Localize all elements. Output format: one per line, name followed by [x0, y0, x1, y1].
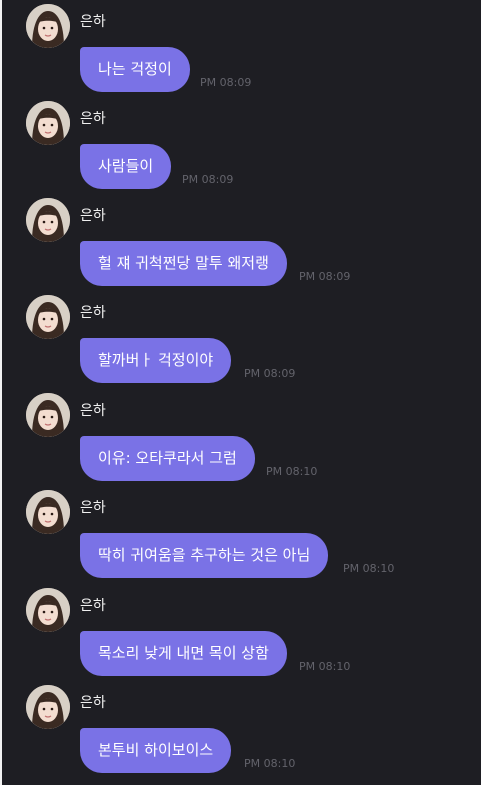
avatar[interactable]: [26, 4, 70, 48]
sender-name: 은하: [80, 695, 106, 711]
message-timestamp: PM 08:09: [182, 173, 234, 186]
chat-message: 은하 이유: 오타쿠라서 그럼 PM 08:10: [26, 393, 476, 489]
message-timestamp: PM 08:10: [244, 757, 296, 770]
sender-name: 은하: [80, 305, 106, 321]
chat-message: 은하 나는 걱정이 PM 08:09: [26, 4, 476, 100]
avatar[interactable]: [26, 101, 70, 145]
avatar[interactable]: [26, 198, 70, 242]
message-timestamp: PM 08:09: [244, 367, 296, 380]
message-timestamp: PM 08:09: [299, 270, 351, 283]
avatar[interactable]: [26, 685, 70, 729]
chat-message: 은하 헐 쟤 귀척쩐당 말투 왜저랭 PM 08:09: [26, 198, 476, 294]
chat-message: 은하 딱히 귀여움을 추구하는 것은 아님 PM 08:10: [26, 490, 476, 586]
sender-name: 은하: [80, 111, 106, 127]
message-bubble[interactable]: 딱히 귀여움을 추구하는 것은 아님: [80, 533, 329, 578]
chat-message: 은하 할까버ㅏ 걱정이야 PM 08:09: [26, 295, 476, 391]
chat-message: 은하 목소리 낮게 내면 목이 상함 PM 08:10: [26, 588, 476, 684]
avatar[interactable]: [26, 295, 70, 339]
message-timestamp: PM 08:10: [343, 562, 395, 575]
message-bubble[interactable]: 이유: 오타쿠라서 그럼: [80, 436, 255, 481]
message-bubble[interactable]: 사람들이: [80, 144, 172, 189]
message-bubble[interactable]: 할까버ㅏ 걱정이야: [80, 338, 232, 383]
sender-name: 은하: [80, 208, 106, 224]
chat-window: 은하 나는 걱정이 PM 08:09 은하 사람들이 PM 08:09 은하 헐…: [0, 0, 481, 785]
chat-message: 은하 사람들이 PM 08:09: [26, 101, 476, 197]
sender-name: 은하: [80, 598, 106, 614]
message-timestamp: PM 08:10: [266, 465, 318, 478]
message-bubble[interactable]: 나는 걱정이: [80, 47, 190, 92]
message-bubble[interactable]: 목소리 낮게 내면 목이 상함: [80, 631, 287, 676]
message-timestamp: PM 08:09: [200, 76, 252, 89]
message-bubble[interactable]: 본투비 하이보이스: [80, 728, 232, 773]
sender-name: 은하: [80, 14, 106, 30]
avatar[interactable]: [26, 393, 70, 437]
avatar[interactable]: [26, 588, 70, 632]
sender-name: 은하: [80, 500, 106, 516]
message-timestamp: PM 08:10: [299, 660, 351, 673]
chat-message: 은하 본투비 하이보이스 PM 08:10: [26, 685, 476, 781]
message-bubble[interactable]: 헐 쟤 귀척쩐당 말투 왜저랭: [80, 241, 287, 286]
avatar[interactable]: [26, 490, 70, 534]
sender-name: 은하: [80, 403, 106, 419]
